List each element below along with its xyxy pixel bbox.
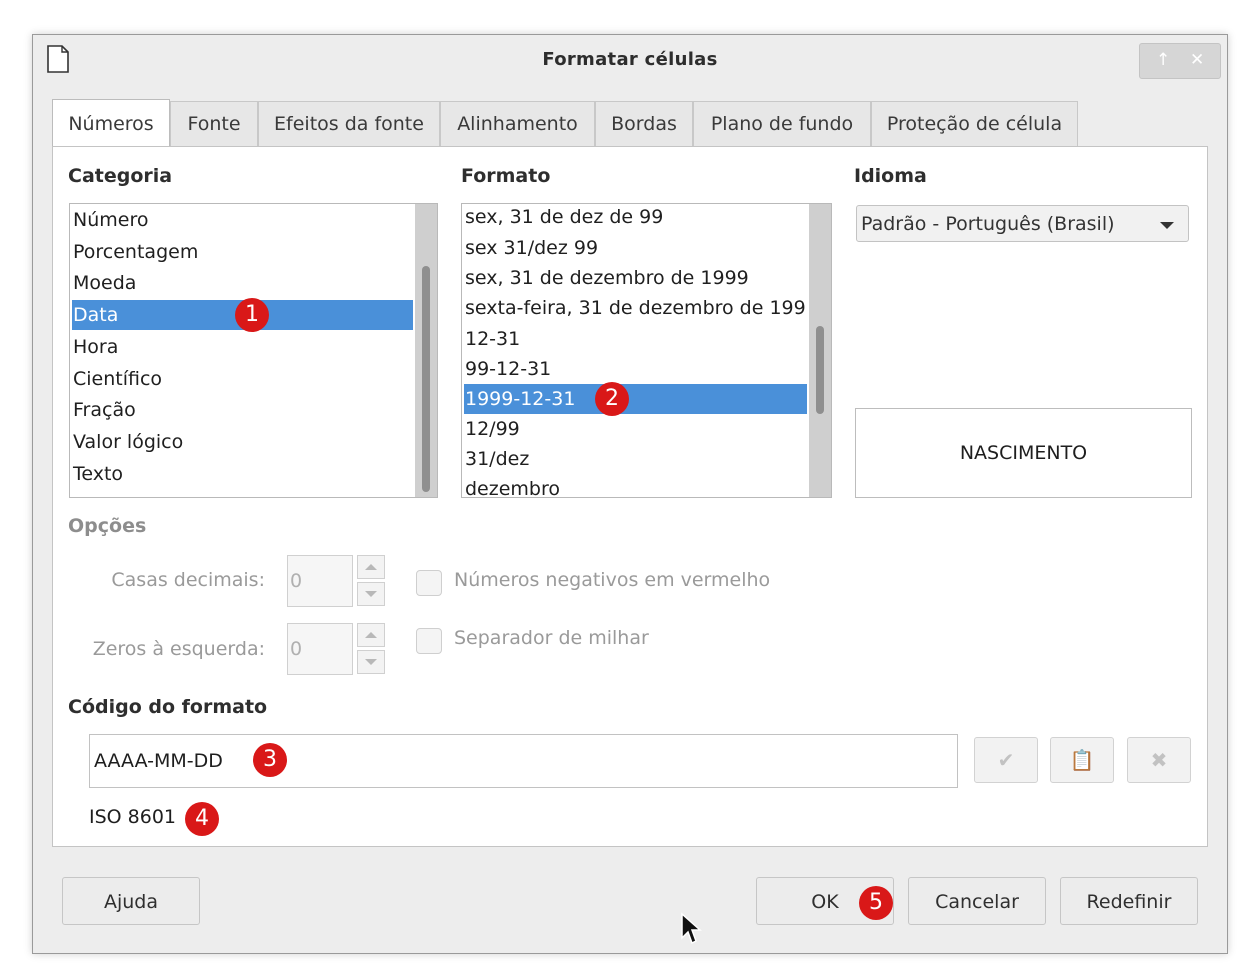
tab-alinhamento[interactable]: Alinhamento xyxy=(440,101,595,146)
format-code-input[interactable]: AAAA-MM-DD xyxy=(89,734,958,788)
language-dropdown[interactable]: Padrão - Português (Brasil) xyxy=(856,205,1189,242)
list-item[interactable]: Número xyxy=(72,205,413,235)
close-icon[interactable]: ✕ xyxy=(1190,50,1204,70)
list-item[interactable]: Porcentagem xyxy=(72,237,413,267)
arrow-down-icon xyxy=(365,591,377,597)
arrow-up-icon xyxy=(365,632,377,638)
negative-red-label: Números negativos em vermelho xyxy=(454,569,771,591)
list-item-selected[interactable]: 1999-12-31 xyxy=(464,384,807,414)
language-heading: Idioma xyxy=(854,165,927,187)
step-badge-3: 3 xyxy=(253,743,287,777)
tab-panel: Categoria Número Porcentagem Moeda Data … xyxy=(52,146,1208,847)
list-item[interactable]: 12-31 xyxy=(464,324,807,354)
help-button[interactable]: Ajuda xyxy=(62,877,200,925)
format-cells-dialog: Formatar células ↑ ✕ Números Fonte Efeit… xyxy=(32,34,1228,954)
up-arrow-icon[interactable]: ↑ xyxy=(1156,50,1170,70)
arrow-down-icon xyxy=(365,659,377,665)
decimals-spinner[interactable]: 0 xyxy=(287,555,385,607)
list-item[interactable]: sex, 31 de dezembro de 1999 xyxy=(464,263,807,293)
scrollbar-thumb[interactable] xyxy=(422,266,430,492)
format-preview: NASCIMENTO xyxy=(855,408,1192,498)
reset-button[interactable]: Redefinir xyxy=(1060,877,1198,925)
list-item[interactable]: sex, 31 de dez de 99 xyxy=(464,204,807,232)
step-badge-2: 2 xyxy=(595,382,629,416)
scrollbar-thumb[interactable] xyxy=(816,326,824,414)
add-comment-icon: 📋 xyxy=(1069,748,1095,772)
list-item[interactable]: Texto xyxy=(72,459,413,489)
list-item[interactable]: 99-12-31 xyxy=(464,354,807,384)
list-item[interactable]: sex 31/dez 99 xyxy=(464,233,807,263)
tab-fonte[interactable]: Fonte xyxy=(170,101,258,146)
cancel-button[interactable]: Cancelar xyxy=(908,877,1046,925)
thousands-separator-checkbox[interactable] xyxy=(416,628,442,654)
options-heading: Opções xyxy=(68,515,147,537)
list-item[interactable]: 31/dez xyxy=(464,444,807,474)
negative-red-checkbox[interactable] xyxy=(416,570,442,596)
category-heading: Categoria xyxy=(68,165,173,187)
add-comment-button[interactable]: 📋 xyxy=(1050,737,1114,783)
format-heading: Formato xyxy=(461,165,551,187)
spin-up-button[interactable] xyxy=(357,555,385,579)
check-button[interactable]: ✔ xyxy=(974,737,1038,783)
delete-button[interactable]: ✖ xyxy=(1127,737,1191,783)
tab-plano-de-fundo[interactable]: Plano de fundo xyxy=(693,101,871,146)
format-description: ISO 8601 xyxy=(89,806,177,828)
format-list[interactable]: sex, 31 de dez de 99 sex 31/dez 99 sex, … xyxy=(461,203,832,498)
step-badge-5: 5 xyxy=(859,886,893,920)
category-scrollbar[interactable] xyxy=(415,204,437,497)
arrow-up-icon xyxy=(365,564,377,570)
decimals-label: Casas decimais: xyxy=(111,569,265,591)
language-value: Padrão - Português (Brasil) xyxy=(861,213,1115,235)
list-item[interactable]: Moeda xyxy=(72,268,413,298)
chevron-down-icon xyxy=(1160,222,1174,229)
window-buttons: ↑ ✕ xyxy=(1139,43,1221,79)
list-item[interactable]: 12/99 xyxy=(464,414,807,444)
thousands-separator-label: Separador de milhar xyxy=(454,627,649,649)
list-item[interactable]: dezembro xyxy=(464,474,807,497)
tab-numeros[interactable]: Números xyxy=(52,99,170,146)
format-scrollbar[interactable] xyxy=(809,204,831,497)
mouse-pointer-icon xyxy=(681,912,702,945)
spin-up-button[interactable] xyxy=(357,623,385,647)
leading-zeros-spinner[interactable]: 0 xyxy=(287,623,385,675)
spin-down-button[interactable] xyxy=(357,582,385,606)
dialog-title: Formatar células xyxy=(542,49,718,70)
delete-icon: ✖ xyxy=(1150,748,1168,772)
format-code-heading: Código do formato xyxy=(68,696,268,718)
list-item[interactable]: Científico xyxy=(72,364,413,394)
leading-zeros-field[interactable]: 0 xyxy=(287,623,353,675)
step-badge-1: 1 xyxy=(235,298,269,332)
tab-efeitos-da-fonte[interactable]: Efeitos da fonte xyxy=(258,101,440,146)
list-item[interactable]: Hora xyxy=(72,332,413,362)
title-bar: Formatar células ↑ ✕ xyxy=(33,35,1227,87)
tab-bordas[interactable]: Bordas xyxy=(595,101,693,146)
check-icon: ✔ xyxy=(997,748,1015,772)
ok-label: OK xyxy=(811,891,839,913)
step-badge-4: 4 xyxy=(185,802,219,836)
spin-down-button[interactable] xyxy=(357,650,385,674)
category-list[interactable]: Número Porcentagem Moeda Data Hora Cient… xyxy=(69,203,438,498)
list-item[interactable]: Valor lógico xyxy=(72,427,413,457)
tab-protecao-de-celula[interactable]: Proteção de célula xyxy=(871,101,1078,146)
list-item[interactable]: Fração xyxy=(72,395,413,425)
leading-zeros-label: Zeros à esquerda: xyxy=(92,638,265,660)
list-item[interactable]: sexta-feira, 31 de dezembro de 199 xyxy=(464,293,807,323)
decimals-field[interactable]: 0 xyxy=(287,555,353,607)
